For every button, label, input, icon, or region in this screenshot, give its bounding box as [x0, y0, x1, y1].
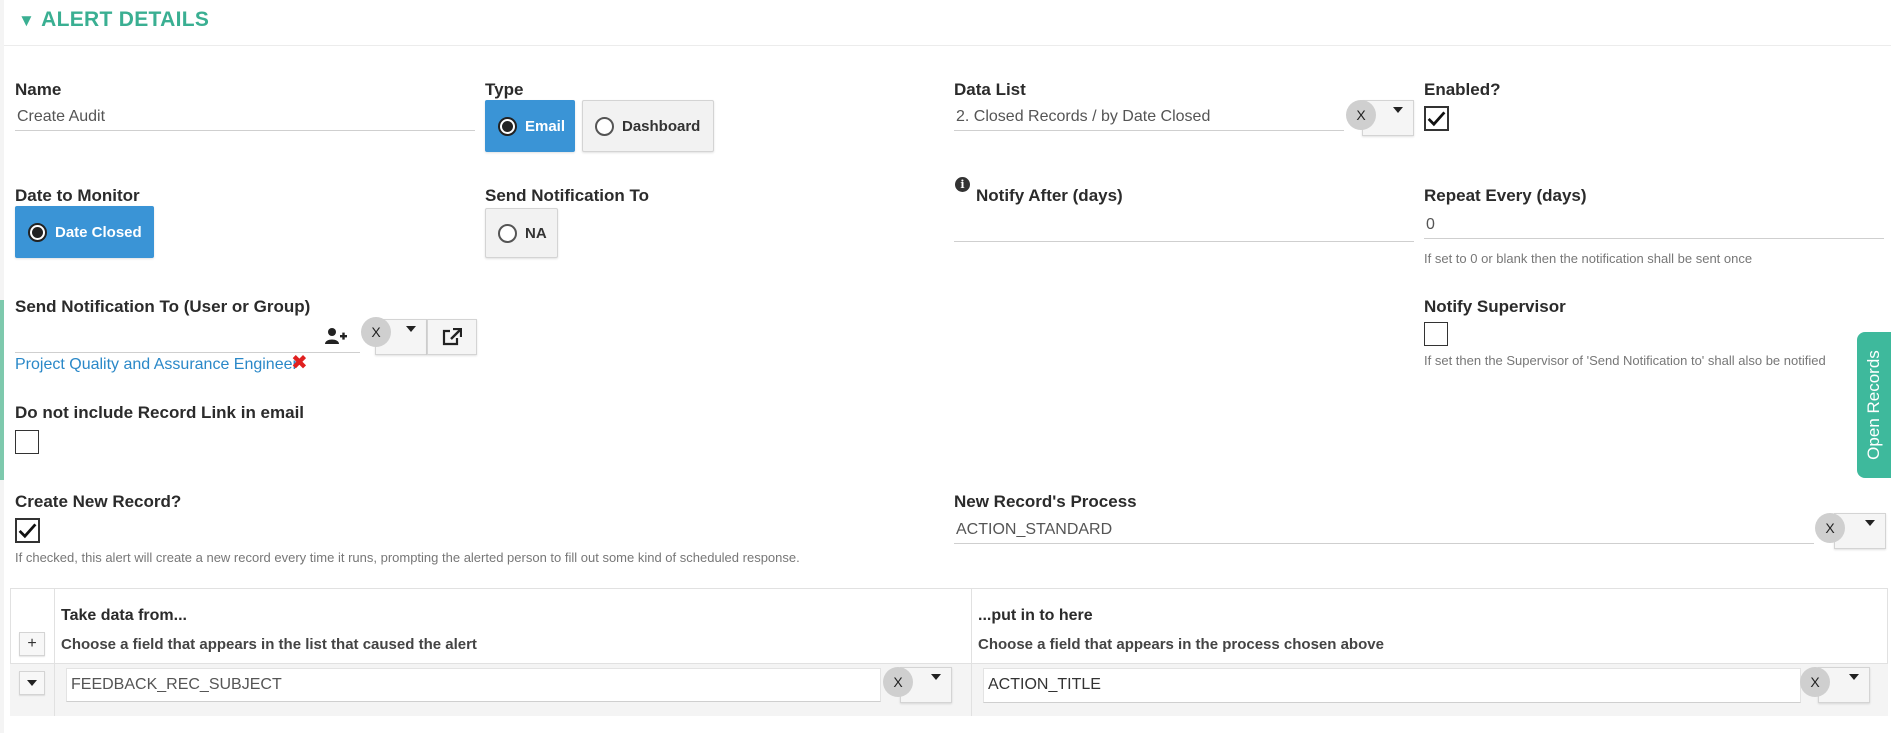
- no-record-link-checkbox[interactable]: [15, 430, 39, 454]
- radio-selected-icon: [28, 222, 47, 242]
- radio-empty-icon: [498, 223, 517, 243]
- enabled-checkbox[interactable]: [1424, 106, 1449, 131]
- type-dashboard-radio[interactable]: Dashboard: [582, 100, 714, 152]
- from-column-header: Take data from...: [61, 607, 187, 624]
- section-title: ALERT DETAILS: [41, 8, 210, 31]
- type-dashboard-label: Dashboard: [622, 117, 701, 135]
- name-label: Name: [15, 80, 62, 99]
- add-user-icon[interactable]: [324, 326, 348, 346]
- notify-supervisor-help: If set then the Supervisor of 'Send Noti…: [1424, 353, 1826, 368]
- type-email-radio[interactable]: Email: [485, 100, 575, 152]
- info-icon[interactable]: i: [955, 177, 970, 192]
- new-record-process-label: New Record's Process: [954, 492, 1137, 511]
- send-to-user-input[interactable]: [15, 326, 360, 353]
- notify-after-label: Notify After (days): [976, 186, 1123, 205]
- notify-supervisor-checkbox[interactable]: [1424, 322, 1448, 346]
- type-label: Type: [485, 80, 524, 99]
- check-icon: [1427, 111, 1446, 127]
- repeat-every-help: If set to 0 or blank then the notificati…: [1424, 251, 1753, 266]
- selected-user-link[interactable]: Project Quality and Assurance Engineer: [15, 356, 298, 374]
- radio-empty-icon: [595, 116, 614, 136]
- date-closed-label: Date Closed: [55, 223, 142, 241]
- external-link-icon: [442, 328, 462, 346]
- to-column-header: ...put in to here: [978, 607, 1093, 624]
- send-notification-na-radio[interactable]: NA: [485, 208, 558, 258]
- caret-down-icon: [27, 680, 37, 686]
- caret-down-icon: [1865, 520, 1875, 526]
- caret-down-icon: [1849, 674, 1859, 680]
- create-new-record-help: If checked, this alert will create a new…: [15, 550, 800, 565]
- new-record-process-clear-button[interactable]: X: [1815, 513, 1845, 543]
- no-record-link-label: Do not include Record Link in email: [15, 403, 305, 422]
- data-list-clear-button[interactable]: X: [1346, 100, 1376, 130]
- notify-after-input[interactable]: [954, 218, 1414, 242]
- mapping-from-select[interactable]: FEEDBACK_REC_SUBJECT: [66, 668, 881, 702]
- date-closed-radio[interactable]: Date Closed: [15, 206, 154, 258]
- caret-down-icon: [931, 674, 941, 680]
- name-input[interactable]: Create Audit: [15, 108, 475, 131]
- header-divider: [4, 45, 1891, 46]
- row-menu-button[interactable]: [19, 671, 45, 695]
- mapping-to-clear-button[interactable]: X: [1800, 667, 1830, 697]
- repeat-every-label: Repeat Every (days): [1424, 186, 1587, 205]
- data-list-select[interactable]: 2. Closed Records / by Date Closed: [954, 108, 1344, 131]
- notify-supervisor-label: Notify Supervisor: [1424, 297, 1566, 316]
- add-mapping-button[interactable]: +: [19, 632, 45, 656]
- open-records-tab-label: Open Records: [1864, 350, 1883, 460]
- send-notification-na-label: NA: [525, 224, 547, 242]
- column-divider: [971, 588, 972, 716]
- collapse-triangle-icon: ▼: [18, 11, 36, 30]
- check-icon: [18, 523, 37, 539]
- data-list-label: Data List: [954, 80, 1026, 99]
- new-record-process-select[interactable]: ACTION_STANDARD: [954, 521, 1814, 544]
- send-to-user-label: Send Notification To (User or Group): [15, 297, 311, 316]
- mapping-from-clear-button[interactable]: X: [883, 667, 913, 697]
- send-notification-to-label: Send Notification To: [485, 186, 650, 205]
- to-column-subheader: Choose a field that appears in the proce…: [978, 636, 1384, 653]
- repeat-every-input[interactable]: 0: [1424, 216, 1884, 239]
- caret-down-icon: [1393, 107, 1403, 113]
- open-records-tab[interactable]: Open Records: [1857, 332, 1891, 478]
- mapping-to-select[interactable]: ACTION_TITLE: [983, 668, 1801, 703]
- column-divider: [54, 588, 55, 716]
- enabled-label: Enabled?: [1424, 80, 1501, 99]
- left-border-accent: [0, 300, 4, 480]
- section-header[interactable]: ▼ ALERT DETAILS: [18, 8, 209, 32]
- caret-down-icon: [406, 326, 416, 332]
- radio-selected-icon: [498, 116, 517, 136]
- from-column-subheader: Choose a field that appears in the list …: [61, 636, 477, 653]
- create-new-record-label: Create New Record?: [15, 492, 182, 511]
- create-new-record-checkbox[interactable]: [15, 518, 40, 543]
- date-to-monitor-label: Date to Monitor: [15, 186, 140, 205]
- remove-x-icon[interactable]: ✖: [291, 353, 308, 373]
- send-to-user-clear-button[interactable]: X: [361, 317, 391, 347]
- type-email-label: Email: [525, 117, 566, 135]
- open-user-external-button[interactable]: [427, 319, 477, 355]
